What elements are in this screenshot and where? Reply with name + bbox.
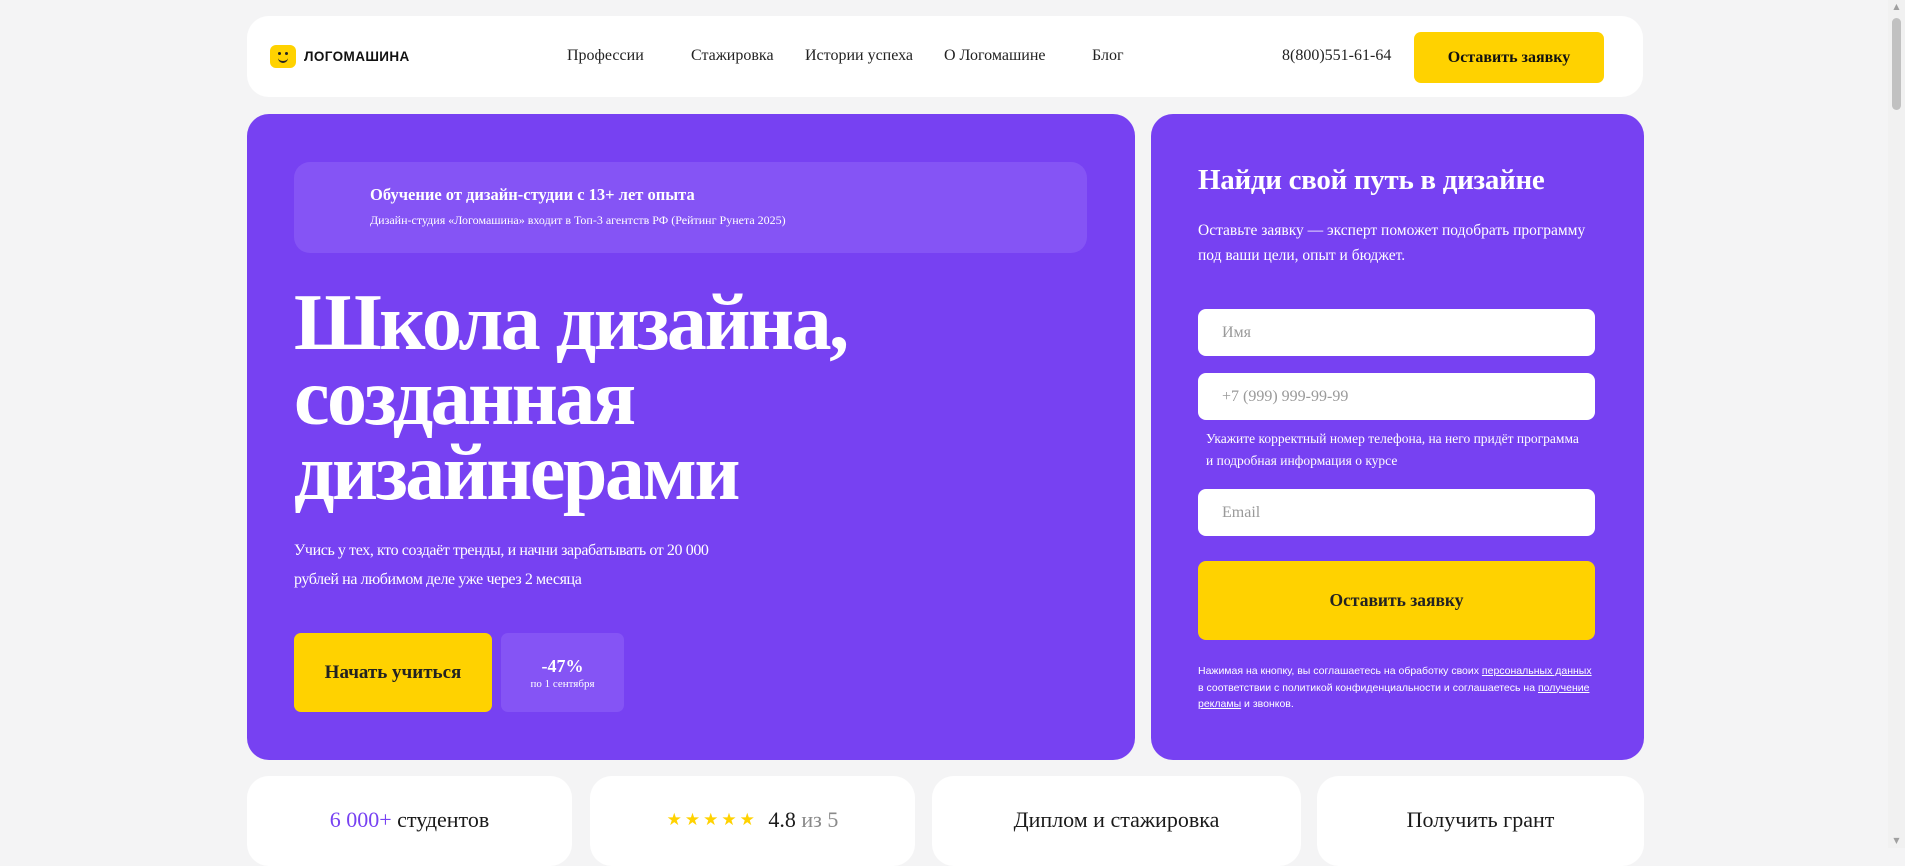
start-learning-button[interactable]: Начать учиться	[294, 633, 492, 712]
nav-item-about[interactable]: О Логомашине	[944, 47, 1046, 65]
discount-value: -47%	[541, 655, 584, 676]
hero-title-line: дизайнерами	[294, 429, 740, 517]
smiley-logo-icon	[270, 45, 296, 68]
phone-link[interactable]: 8(800)551-61-64	[1282, 47, 1391, 65]
scrollbar-thumb[interactable]	[1892, 18, 1901, 110]
diploma-label: Диплом и стажировка	[1013, 807, 1220, 832]
phone-hint: Укажите корректный номер телефона, на не…	[1206, 431, 1579, 468]
star-icon: ★	[721, 809, 737, 830]
consent-text: Нажимая на кнопку, вы соглашаетесь на об…	[1198, 663, 1598, 713]
header-apply-button[interactable]: Оставить заявку	[1414, 32, 1604, 83]
name-field[interactable]	[1198, 309, 1595, 356]
hero-title-line: созданная	[294, 354, 636, 442]
consent-text-part: в соответствии с политикой конфиденциаль…	[1198, 681, 1536, 694]
nav-item-success-stories[interactable]: Истории успеха	[805, 47, 913, 65]
banner-subtitle: Дизайн-студия «Логомашина» входит в Топ-…	[370, 213, 786, 227]
rating-stat: ★ ★ ★ ★ ★ 4.8 из 5	[590, 807, 915, 833]
nav-item-blog[interactable]: Блог	[1092, 47, 1124, 65]
star-icon: ★	[666, 809, 682, 830]
consent-text-part: Нажимая на кнопку, вы соглашаетесь на об…	[1198, 665, 1479, 677]
scroll-up-icon[interactable]: ▲	[1892, 3, 1901, 11]
form-title: Найди свой путь в дизайне	[1198, 164, 1545, 196]
rating-stars: ★ ★ ★ ★ ★	[667, 810, 755, 830]
page-scrollbar[interactable]	[1888, 0, 1905, 848]
hero-title-line: Школа дизайна,	[294, 279, 849, 367]
star-icon: ★	[684, 809, 701, 830]
discount-deadline: по 1 сентября	[530, 677, 595, 690]
consent-text-part: и звонков.	[1244, 698, 1294, 710]
phone-field[interactable]	[1198, 373, 1595, 420]
students-stat: 6 000+ студентов	[247, 807, 572, 833]
hero-description: Учись у тех, кто создаёт тренды, и начни…	[294, 542, 709, 588]
students-label: студентов	[397, 807, 490, 832]
logo-text: ЛОГОМАШИНА	[304, 49, 410, 64]
experience-banner	[294, 162, 1087, 253]
scroll-down-icon[interactable]: ▼	[1892, 837, 1901, 845]
hero-title: Школа дизайна, созданная дизайнерами	[294, 279, 1094, 517]
star-icon: ★	[703, 809, 719, 830]
grant-label: Получить грант	[1406, 807, 1555, 832]
form-description: Оставьте заявку — эксперт поможет подобр…	[1198, 222, 1586, 264]
personal-data-link[interactable]: персональных данных	[1482, 665, 1592, 677]
students-count: 6 000+	[329, 807, 392, 832]
star-icon: ★	[739, 809, 755, 830]
nav-item-internship[interactable]: Стажировка	[691, 47, 774, 65]
submit-application-button[interactable]: Оставить заявку	[1198, 561, 1595, 640]
rating-value: 4.8	[768, 807, 796, 832]
discount-badge: -47% по 1 сентября	[501, 633, 624, 712]
logo[interactable]: ЛОГОМАШИНА	[270, 45, 410, 68]
rating-scale: из 5	[801, 807, 839, 832]
email-field[interactable]	[1198, 489, 1595, 536]
banner-title: Обучение от дизайн-студии с 13+ лет опыт…	[370, 185, 695, 204]
nav-item-professions[interactable]: Профессии	[567, 47, 644, 65]
